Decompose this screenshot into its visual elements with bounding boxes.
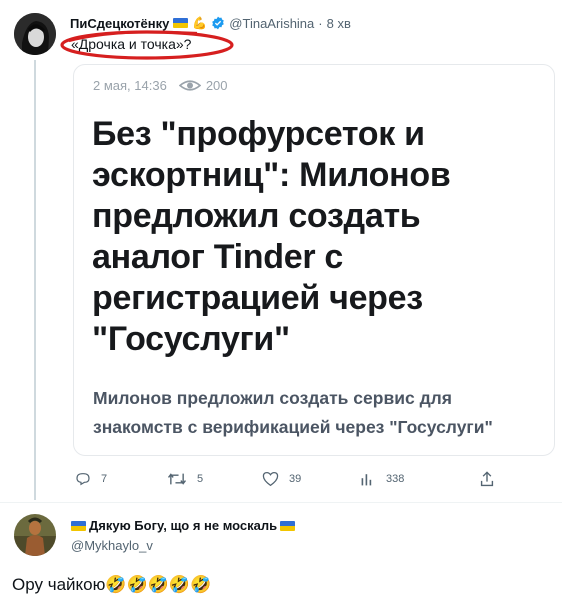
views-action[interactable]: 338 <box>360 471 404 487</box>
thread-line <box>34 60 36 500</box>
views-count: 338 <box>386 473 405 485</box>
like-action[interactable]: 39 <box>262 471 301 487</box>
avatar-image <box>14 13 56 55</box>
reply-header: Дякую Богу, що я не москаль <box>71 518 296 533</box>
reply-action[interactable]: 7 <box>75 471 107 487</box>
heart-icon <box>262 471 279 487</box>
subtitle-line: Милонов предложил создать сервис для <box>93 388 453 408</box>
reply-author-name[interactable]: Дякую Богу, що я не москаль <box>89 518 277 533</box>
article-meta: 2 мая, 14:36 200 <box>93 78 228 93</box>
share-icon <box>480 471 494 487</box>
article-views: 200 <box>205 78 228 93</box>
ukraine-flag-icon <box>280 520 296 531</box>
reply-icon <box>76 473 90 486</box>
reply-author-handle[interactable]: @Mykhaylo_v <box>71 538 153 553</box>
author-handle[interactable]: @TinaArishina <box>229 16 314 31</box>
analytics-icon <box>361 474 372 486</box>
divider <box>0 502 562 503</box>
headline-line: эскортниц": Милонов <box>92 156 451 194</box>
views-meta: 200 <box>178 78 228 93</box>
article-subtitle: Милонов предложил создать сервис для зна… <box>93 384 548 442</box>
retweet-action[interactable]: 5 <box>167 471 203 487</box>
subtitle-line: знакомств с верификацией через "Госуслуг… <box>93 417 493 437</box>
reply-count: 7 <box>101 473 108 485</box>
reply-text: Ору чайкою🤣🤣🤣🤣🤣 <box>12 575 212 594</box>
dot-separator: · <box>318 15 323 31</box>
reply-avatar-image <box>14 514 56 556</box>
article-date: 2 мая, 14:36 <box>93 78 167 93</box>
eye-icon <box>178 80 201 91</box>
highlight-ellipse <box>60 30 234 60</box>
author-avatar[interactable] <box>14 13 56 55</box>
headline-line: "Госуслуги" <box>92 320 290 358</box>
headline-line: предложил создать <box>92 197 421 235</box>
share-action[interactable] <box>479 470 495 492</box>
retweet-count: 5 <box>197 473 204 485</box>
article-headline: Без "профурсеток и эскортниц": Милонов п… <box>92 114 537 360</box>
reply-avatar[interactable] <box>14 514 56 556</box>
like-count: 39 <box>289 473 302 485</box>
headline-line: Без "профурсеток и <box>92 115 425 153</box>
retweet-icon <box>167 473 187 485</box>
ukraine-flag-icon <box>71 520 86 531</box>
headline-line: регистрацией через <box>92 279 423 317</box>
headline-line: аналог Tinder с <box>92 238 344 276</box>
tweet-time[interactable]: 8 хв <box>327 16 351 31</box>
